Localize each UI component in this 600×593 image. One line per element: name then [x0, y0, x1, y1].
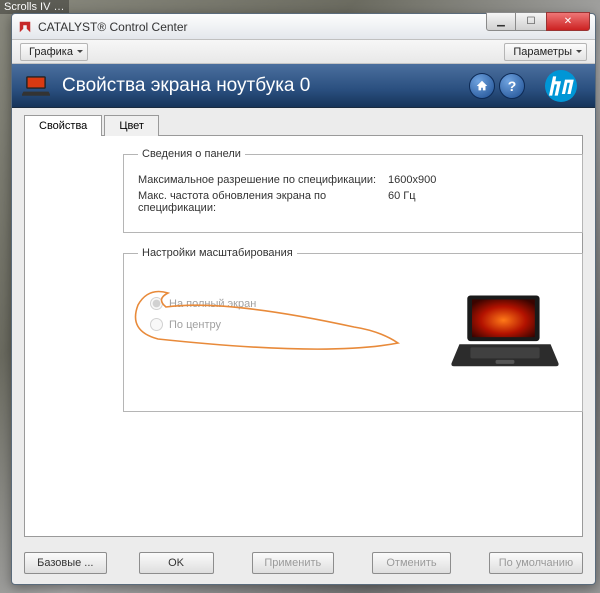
- parameters-dropdown[interactable]: Параметры: [504, 43, 587, 61]
- scaling-settings-legend: Настройки масштабирования: [138, 247, 297, 259]
- page-title: Свойства экрана ноутбука 0: [62, 75, 310, 97]
- max-resolution-label: Максимальное разрешение по спецификации:: [138, 174, 388, 186]
- maximize-button[interactable]: ☐: [516, 12, 546, 31]
- footer-buttons: Базовые ... OK Применить Отменить По умо…: [24, 552, 583, 574]
- apply-button-label: Применить: [264, 557, 321, 569]
- window-title: CATALYST® Control Center: [38, 20, 188, 34]
- defaults-button-label: По умолчанию: [499, 557, 573, 569]
- home-button[interactable]: [469, 73, 495, 99]
- content-panel: Сведения о панели Максимальное разрешени…: [24, 135, 583, 537]
- info-row-resolution: Максимальное разрешение по спецификации:…: [138, 174, 568, 186]
- cancel-button[interactable]: Отменить: [372, 552, 451, 574]
- tab-color-label: Цвет: [119, 120, 144, 132]
- ok-button[interactable]: OK: [139, 552, 214, 574]
- basic-button-label: Базовые ...: [37, 557, 93, 569]
- close-button[interactable]: ✕: [546, 12, 590, 31]
- graphics-dropdown[interactable]: Графика: [20, 43, 88, 61]
- basic-button[interactable]: Базовые ...: [24, 552, 107, 574]
- amd-icon: [18, 20, 32, 34]
- panel-information-group: Сведения о панели Максимальное разрешени…: [123, 148, 583, 233]
- max-refresh-label: Макс. частота обновления экрана по специ…: [138, 190, 388, 214]
- window-controls: ▁ ☐ ✕: [486, 12, 590, 31]
- defaults-button[interactable]: По умолчанию: [489, 552, 583, 574]
- help-button[interactable]: ?: [499, 73, 525, 99]
- tab-color[interactable]: Цвет: [104, 115, 159, 136]
- tab-properties-label: Свойства: [39, 120, 87, 132]
- scaling-settings-group: Настройки масштабирования На полный экра…: [123, 247, 583, 412]
- radio-fullscreen-label: На полный экран: [169, 298, 256, 310]
- titlebar[interactable]: CATALYST® Control Center ▁ ☐ ✕: [12, 14, 595, 40]
- minimize-button[interactable]: ▁: [486, 12, 516, 31]
- background-app-label: Scrolls IV …: [0, 0, 69, 14]
- help-icon: ?: [508, 78, 517, 94]
- ok-button-label: OK: [168, 557, 184, 569]
- laptop-illustration: [450, 289, 560, 382]
- radio-centered-input[interactable]: [150, 318, 163, 331]
- radio-centered-label: По центру: [169, 319, 221, 331]
- apply-button[interactable]: Применить: [252, 552, 335, 574]
- parameters-dropdown-label: Параметры: [513, 46, 572, 58]
- tab-properties[interactable]: Свойства: [24, 115, 102, 136]
- tab-strip: Свойства Цвет: [24, 114, 595, 135]
- max-resolution-value: 1600x900: [388, 174, 436, 186]
- radio-fullscreen-input[interactable]: [150, 297, 163, 310]
- max-refresh-value: 60 Гц: [388, 190, 416, 214]
- graphics-dropdown-label: Графика: [29, 46, 73, 58]
- laptop-icon: [22, 74, 50, 98]
- ccc-window: CATALYST® Control Center ▁ ☐ ✕ Графика П…: [11, 13, 596, 585]
- toolbar: Графика Параметры: [12, 40, 595, 64]
- page-banner: Свойства экрана ноутбука 0 ?: [12, 64, 595, 108]
- home-icon: [475, 79, 489, 93]
- info-row-refresh: Макс. частота обновления экрана по специ…: [138, 190, 568, 214]
- hp-logo: [535, 68, 587, 104]
- cancel-button-label: Отменить: [386, 557, 436, 569]
- panel-information-legend: Сведения о панели: [138, 148, 245, 160]
